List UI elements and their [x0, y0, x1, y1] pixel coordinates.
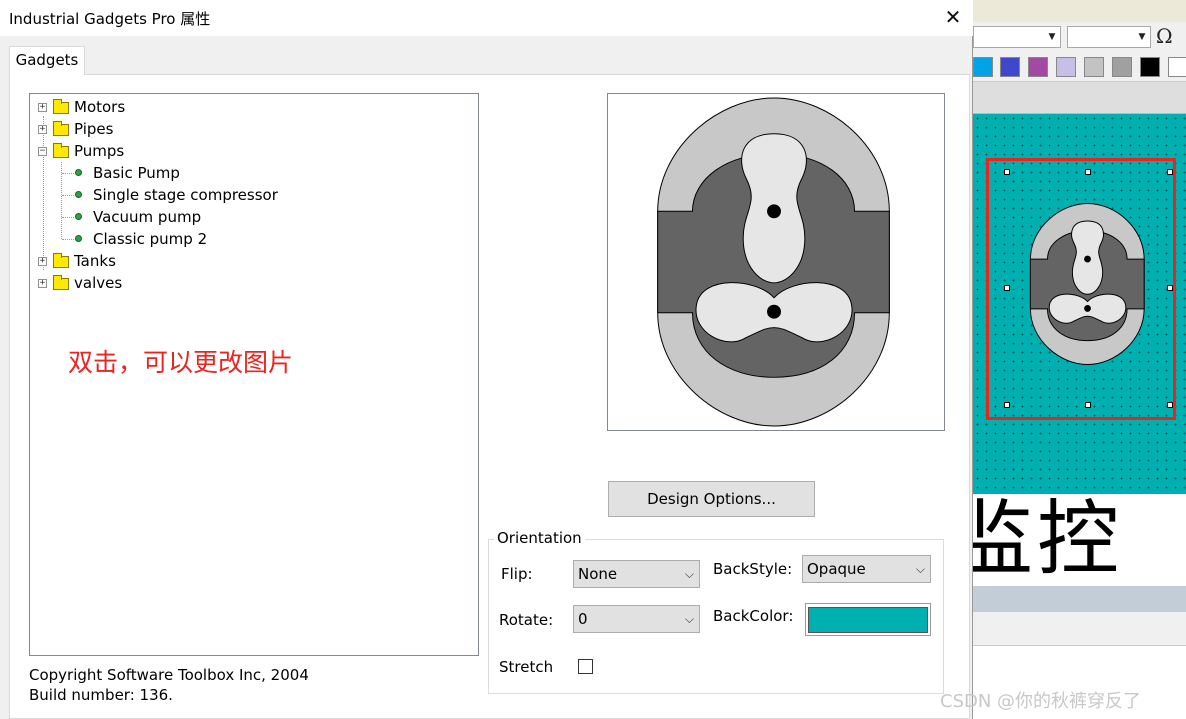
large-title-text-area: 监控 — [973, 494, 1186, 586]
stretch-checkbox[interactable] — [578, 659, 593, 674]
resize-handle[interactable] — [1085, 169, 1091, 175]
annotation-text: 双击，可以更改图片 — [68, 348, 294, 377]
large-title-text: 监控 — [973, 494, 1124, 586]
folder-icon — [53, 121, 69, 136]
special-character-button[interactable]: Ω — [1156, 24, 1173, 48]
chevron-down-icon[interactable]: ⌵ — [916, 556, 925, 582]
tree-guide-line — [62, 195, 74, 196]
flip-select[interactable]: None ⌵ — [573, 560, 700, 588]
color-swatch[interactable] — [1056, 57, 1076, 77]
backstyle-select[interactable]: Opaque ⌵ — [802, 555, 931, 583]
gadget-leaf-icon — [75, 213, 82, 220]
folder-icon — [53, 275, 69, 290]
tree-guide-line — [62, 239, 74, 240]
properties-dialog: Industrial Gadgets Pro 属性 ✕ Gadgets + Mo… — [0, 0, 973, 719]
color-swatch[interactable] — [1028, 57, 1048, 77]
tree-item-label: valves — [74, 274, 123, 292]
toolbar-strip — [973, 612, 1186, 646]
backcolor-label: BackColor: — [713, 607, 794, 625]
tree-item-label: Basic Pump — [93, 164, 180, 182]
resize-handle[interactable] — [1167, 285, 1173, 291]
font-name-combo[interactable]: ▼ — [973, 26, 1061, 48]
resize-handle[interactable] — [1167, 169, 1173, 175]
color-swatch[interactable] — [1168, 57, 1186, 77]
gadget-leaf-icon — [75, 191, 82, 198]
folder-icon — [53, 253, 69, 268]
resize-handle[interactable] — [1004, 285, 1010, 291]
color-swatch[interactable] — [1112, 57, 1132, 77]
tree-item-label: Classic pump 2 — [93, 230, 208, 248]
expand-icon[interactable]: + — [38, 103, 47, 112]
chevron-down-icon[interactable]: ▼ — [1136, 31, 1148, 43]
tree-guide-line — [43, 116, 44, 270]
resize-handle[interactable] — [1085, 402, 1091, 408]
gadget-leaf-icon — [75, 169, 82, 176]
color-swatch[interactable] — [1084, 57, 1104, 77]
collapse-icon[interactable]: − — [38, 147, 47, 156]
chevron-down-icon[interactable]: ▼ — [1046, 31, 1058, 43]
tab-gadgets[interactable]: Gadgets — [9, 46, 85, 75]
expand-icon[interactable]: + — [38, 257, 47, 266]
resize-handle[interactable] — [1004, 402, 1010, 408]
flip-label: Flip: — [501, 565, 533, 583]
tree-item-label: Pipes — [74, 120, 114, 138]
status-strip — [973, 586, 1186, 612]
close-icon[interactable]: ✕ — [940, 4, 966, 30]
flip-value: None — [578, 565, 618, 583]
folder-open-icon — [53, 143, 69, 158]
color-swatch[interactable] — [1000, 57, 1020, 77]
chevron-down-icon[interactable]: ⌵ — [685, 561, 694, 587]
orientation-group-label: Orientation — [494, 529, 585, 547]
expand-icon[interactable]: + — [38, 279, 47, 288]
tree-guide-line — [62, 217, 74, 218]
gadget-leaf-icon — [75, 235, 82, 242]
dialog-title: Industrial Gadgets Pro 属性 — [9, 10, 211, 28]
ruler-bar — [973, 82, 1186, 114]
backcolor-button[interactable] — [805, 603, 931, 636]
rotate-value: 0 — [578, 610, 588, 628]
color-swatch[interactable] — [973, 57, 993, 77]
folder-icon — [53, 99, 69, 114]
selection-rectangle — [986, 158, 1176, 420]
backcolor-swatch — [808, 607, 928, 633]
background-editor-window: ▼ ▼ Ω 监控 — [973, 0, 1186, 719]
design-options-button[interactable]: Design Options... — [608, 481, 815, 517]
backstyle-label: BackStyle: — [713, 560, 793, 578]
tree-item-label: Motors — [74, 98, 126, 116]
build-number-text: Build number: 136. — [29, 686, 173, 704]
resize-handle[interactable] — [1167, 402, 1173, 408]
watermark-text: CSDN @你的秋裤穿反了 — [940, 691, 1142, 712]
gadget-preview[interactable] — [607, 93, 945, 431]
color-swatch[interactable] — [1140, 57, 1160, 77]
stretch-label: Stretch — [499, 658, 554, 676]
dialog-titlebar: Industrial Gadgets Pro 属性 ✕ — [0, 0, 973, 36]
rotate-label: Rotate: — [499, 611, 554, 629]
copyright-text: Copyright Software Toolbox Inc, 2004 — [29, 666, 309, 684]
tree-item-label: Single stage compressor — [93, 186, 278, 204]
chevron-down-icon[interactable]: ⌵ — [685, 606, 694, 632]
tree-item-label: Pumps — [74, 142, 125, 160]
vacuum-pump-image — [657, 97, 890, 427]
rotate-select[interactable]: 0 ⌵ — [573, 605, 700, 633]
resize-handle[interactable] — [1004, 169, 1010, 175]
font-size-combo[interactable]: ▼ — [1067, 26, 1151, 48]
backstyle-value: Opaque — [807, 560, 866, 578]
expand-icon[interactable]: + — [38, 125, 47, 134]
tree-item-label: Vacuum pump — [93, 208, 202, 226]
tree-item-label: Tanks — [74, 252, 116, 270]
tree-guide-line — [62, 173, 74, 174]
